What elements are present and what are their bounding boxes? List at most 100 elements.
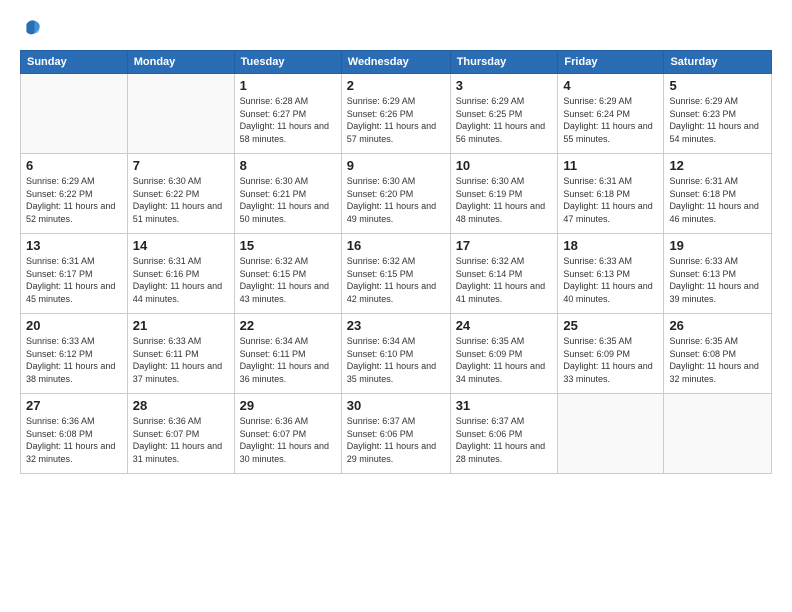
calendar-cell: 1 Sunrise: 6:28 AMSunset: 6:27 PMDaylight… <box>234 74 341 154</box>
day-number: 30 <box>347 398 445 413</box>
calendar-week-row: 20 Sunrise: 6:33 AMSunset: 6:12 PMDayligh… <box>21 314 772 394</box>
calendar-cell: 23 Sunrise: 6:34 AMSunset: 6:10 PMDayligh… <box>341 314 450 394</box>
logo-icon <box>20 16 44 40</box>
day-info: Sunrise: 6:29 AMSunset: 6:25 PMDaylight:… <box>456 95 553 145</box>
day-info: Sunrise: 6:28 AMSunset: 6:27 PMDaylight:… <box>240 95 336 145</box>
day-info: Sunrise: 6:32 AMSunset: 6:15 PMDaylight:… <box>240 255 336 305</box>
day-number: 20 <box>26 318 122 333</box>
col-sunday: Sunday <box>21 51 128 74</box>
calendar-cell: 4Sunrise: 6:29 AMSunset: 6:24 PMDaylight… <box>558 74 664 154</box>
day-info: Sunrise: 6:37 AMSunset: 6:06 PMDaylight:… <box>347 415 445 465</box>
calendar-cell: 12 Sunrise: 6:31 AMSunset: 6:18 PMDayligh… <box>664 154 772 234</box>
day-number: 2 <box>347 78 445 93</box>
calendar-cell <box>664 394 772 474</box>
day-info: Sunrise: 6:30 AMSunset: 6:19 PMDaylight:… <box>456 175 553 225</box>
calendar-cell <box>21 74 128 154</box>
calendar-cell: 13 Sunrise: 6:31 AMSunset: 6:17 PMDayligh… <box>21 234 128 314</box>
calendar-cell: 3Sunrise: 6:29 AMSunset: 6:25 PMDaylight… <box>450 74 558 154</box>
day-number: 13 <box>26 238 122 253</box>
day-info: Sunrise: 6:30 AMSunset: 6:22 PMDaylight:… <box>133 175 229 225</box>
calendar-week-row: 13 Sunrise: 6:31 AMSunset: 6:17 PMDayligh… <box>21 234 772 314</box>
day-number: 9 <box>347 158 445 173</box>
day-number: 10 <box>456 158 553 173</box>
day-number: 23 <box>347 318 445 333</box>
day-number: 21 <box>133 318 229 333</box>
day-info: Sunrise: 6:33 AMSunset: 6:13 PMDaylight:… <box>669 255 766 305</box>
calendar-cell: 8Sunrise: 6:30 AMSunset: 6:21 PMDaylight… <box>234 154 341 234</box>
day-number: 27 <box>26 398 122 413</box>
day-info: Sunrise: 6:36 AMSunset: 6:07 PMDaylight:… <box>133 415 229 465</box>
day-number: 15 <box>240 238 336 253</box>
page: Sunday Monday Tuesday Wednesday Thursday… <box>0 0 792 612</box>
day-number: 14 <box>133 238 229 253</box>
calendar-cell: 5 Sunrise: 6:29 AMSunset: 6:23 PMDaylight… <box>664 74 772 154</box>
calendar-cell: 17Sunrise: 6:32 AMSunset: 6:14 PMDayligh… <box>450 234 558 314</box>
day-info: Sunrise: 6:35 AMSunset: 6:09 PMDaylight:… <box>456 335 553 385</box>
col-thursday: Thursday <box>450 51 558 74</box>
day-number: 25 <box>563 318 658 333</box>
calendar-cell: 19 Sunrise: 6:33 AMSunset: 6:13 PMDayligh… <box>664 234 772 314</box>
calendar-cell: 7 Sunrise: 6:30 AMSunset: 6:22 PMDaylight… <box>127 154 234 234</box>
day-number: 28 <box>133 398 229 413</box>
day-info: Sunrise: 6:30 AMSunset: 6:21 PMDaylight:… <box>240 175 336 225</box>
day-info: Sunrise: 6:36 AMSunset: 6:07 PMDaylight:… <box>240 415 336 465</box>
day-number: 24 <box>456 318 553 333</box>
calendar-header-row: Sunday Monday Tuesday Wednesday Thursday… <box>21 51 772 74</box>
day-number: 22 <box>240 318 336 333</box>
calendar-cell: 14 Sunrise: 6:31 AMSunset: 6:16 PMDayligh… <box>127 234 234 314</box>
day-info: Sunrise: 6:33 AMSunset: 6:13 PMDaylight:… <box>563 255 658 305</box>
col-friday: Friday <box>558 51 664 74</box>
calendar-cell: 27Sunrise: 6:36 AMSunset: 6:08 PMDayligh… <box>21 394 128 474</box>
day-info: Sunrise: 6:35 AMSunset: 6:08 PMDaylight:… <box>669 335 766 385</box>
calendar-cell <box>558 394 664 474</box>
calendar-cell: 24 Sunrise: 6:35 AMSunset: 6:09 PMDayligh… <box>450 314 558 394</box>
day-info: Sunrise: 6:35 AMSunset: 6:09 PMDaylight:… <box>563 335 658 385</box>
calendar-cell: 18 Sunrise: 6:33 AMSunset: 6:13 PMDayligh… <box>558 234 664 314</box>
calendar-cell: 29 Sunrise: 6:36 AMSunset: 6:07 PMDayligh… <box>234 394 341 474</box>
day-number: 7 <box>133 158 229 173</box>
calendar-cell: 6Sunrise: 6:29 AMSunset: 6:22 PMDaylight… <box>21 154 128 234</box>
calendar-cell: 10 Sunrise: 6:30 AMSunset: 6:19 PMDayligh… <box>450 154 558 234</box>
col-monday: Monday <box>127 51 234 74</box>
day-number: 1 <box>240 78 336 93</box>
calendar-cell: 26Sunrise: 6:35 AMSunset: 6:08 PMDayligh… <box>664 314 772 394</box>
header <box>20 16 772 40</box>
day-info: Sunrise: 6:29 AMSunset: 6:26 PMDaylight:… <box>347 95 445 145</box>
calendar-cell: 25 Sunrise: 6:35 AMSunset: 6:09 PMDayligh… <box>558 314 664 394</box>
day-info: Sunrise: 6:31 AMSunset: 6:18 PMDaylight:… <box>563 175 658 225</box>
calendar-cell: 30 Sunrise: 6:37 AMSunset: 6:06 PMDayligh… <box>341 394 450 474</box>
calendar-cell <box>127 74 234 154</box>
day-number: 12 <box>669 158 766 173</box>
day-info: Sunrise: 6:37 AMSunset: 6:06 PMDaylight:… <box>456 415 553 465</box>
calendar-cell: 16 Sunrise: 6:32 AMSunset: 6:15 PMDayligh… <box>341 234 450 314</box>
day-number: 11 <box>563 158 658 173</box>
day-info: Sunrise: 6:31 AMSunset: 6:17 PMDaylight:… <box>26 255 122 305</box>
calendar-table: Sunday Monday Tuesday Wednesday Thursday… <box>20 50 772 474</box>
day-info: Sunrise: 6:31 AMSunset: 6:16 PMDaylight:… <box>133 255 229 305</box>
calendar-cell: 9 Sunrise: 6:30 AMSunset: 6:20 PMDaylight… <box>341 154 450 234</box>
calendar-cell: 11 Sunrise: 6:31 AMSunset: 6:18 PMDayligh… <box>558 154 664 234</box>
col-wednesday: Wednesday <box>341 51 450 74</box>
day-info: Sunrise: 6:33 AMSunset: 6:11 PMDaylight:… <box>133 335 229 385</box>
day-number: 16 <box>347 238 445 253</box>
day-info: Sunrise: 6:34 AMSunset: 6:10 PMDaylight:… <box>347 335 445 385</box>
calendar-week-row: 6Sunrise: 6:29 AMSunset: 6:22 PMDaylight… <box>21 154 772 234</box>
day-number: 17 <box>456 238 553 253</box>
calendar-week-row: 1 Sunrise: 6:28 AMSunset: 6:27 PMDaylight… <box>21 74 772 154</box>
calendar-cell: 22 Sunrise: 6:34 AMSunset: 6:11 PMDayligh… <box>234 314 341 394</box>
calendar-cell: 28 Sunrise: 6:36 AMSunset: 6:07 PMDayligh… <box>127 394 234 474</box>
day-info: Sunrise: 6:29 AMSunset: 6:24 PMDaylight:… <box>563 95 658 145</box>
day-number: 18 <box>563 238 658 253</box>
day-info: Sunrise: 6:29 AMSunset: 6:22 PMDaylight:… <box>26 175 122 225</box>
day-info: Sunrise: 6:30 AMSunset: 6:20 PMDaylight:… <box>347 175 445 225</box>
day-info: Sunrise: 6:31 AMSunset: 6:18 PMDaylight:… <box>669 175 766 225</box>
day-number: 5 <box>669 78 766 93</box>
day-info: Sunrise: 6:34 AMSunset: 6:11 PMDaylight:… <box>240 335 336 385</box>
calendar-cell: 15 Sunrise: 6:32 AMSunset: 6:15 PMDayligh… <box>234 234 341 314</box>
day-info: Sunrise: 6:32 AMSunset: 6:15 PMDaylight:… <box>347 255 445 305</box>
calendar-cell: 2 Sunrise: 6:29 AMSunset: 6:26 PMDaylight… <box>341 74 450 154</box>
day-number: 19 <box>669 238 766 253</box>
day-number: 29 <box>240 398 336 413</box>
day-info: Sunrise: 6:33 AMSunset: 6:12 PMDaylight:… <box>26 335 122 385</box>
day-info: Sunrise: 6:29 AMSunset: 6:23 PMDaylight:… <box>669 95 766 145</box>
